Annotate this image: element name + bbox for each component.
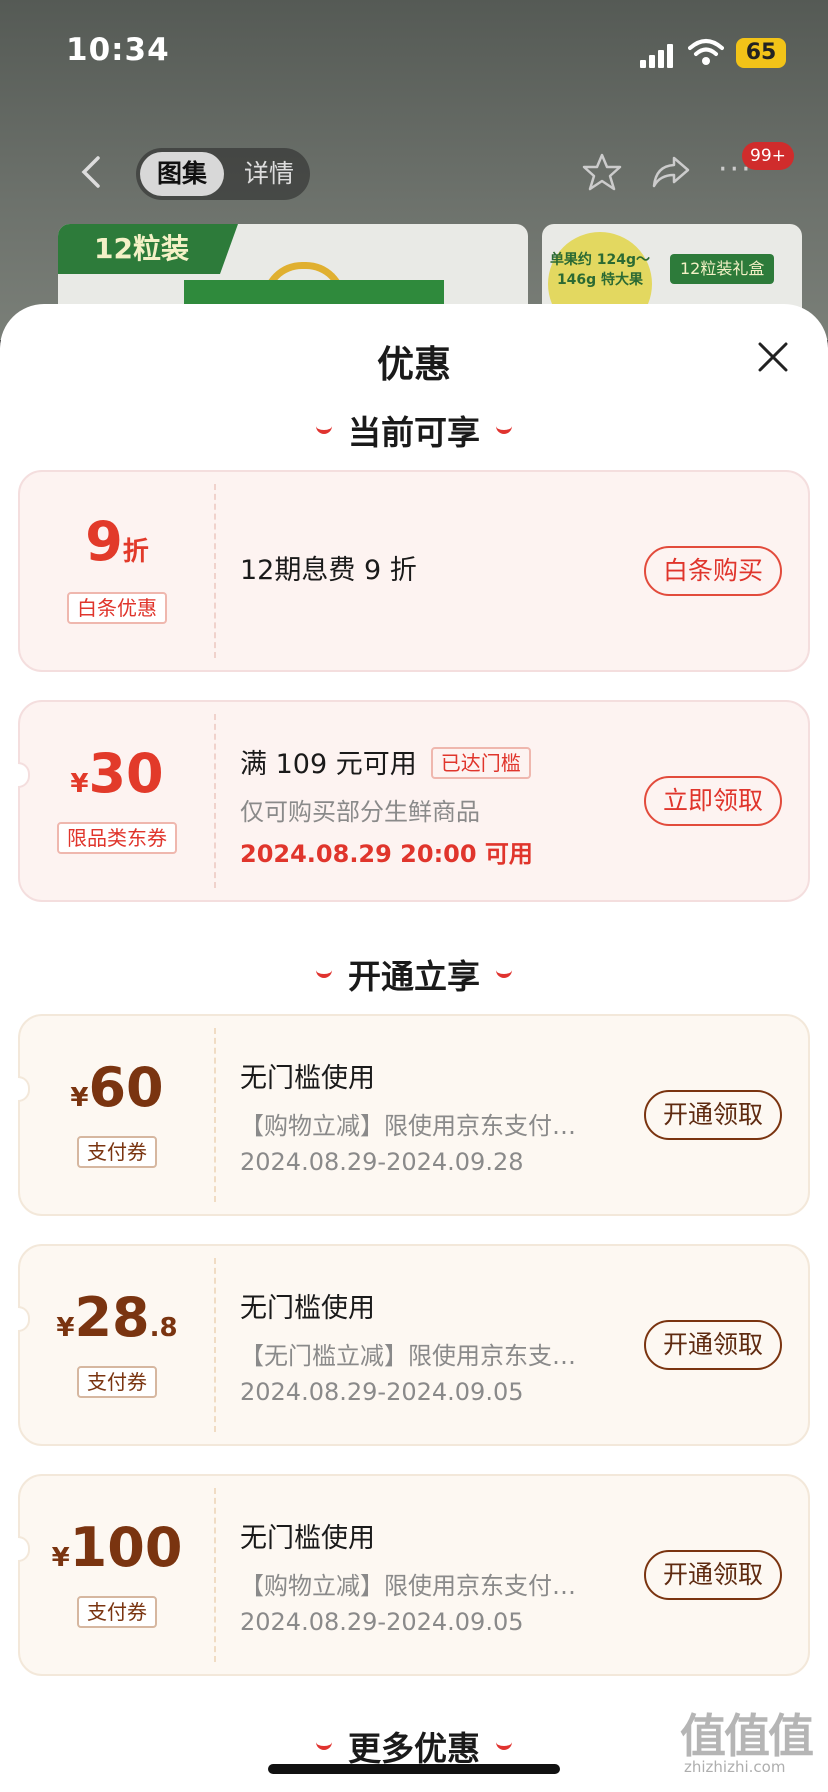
gallery-detail-switch: 图集 详情: [136, 148, 310, 200]
coupon-valid-period: 2024.08.29-2024.09.05: [240, 1378, 524, 1406]
back-arrow-icon[interactable]: [76, 154, 108, 190]
coupon-scope: 仅可购买部分生鲜商品: [240, 798, 480, 826]
baitiao-buy-button[interactable]: 白条购买: [644, 546, 782, 596]
status-time: 10:34: [66, 32, 170, 68]
coupon-condition: 满 109 元可用 已达门槛: [240, 742, 531, 781]
coupon-type-tag: 支付券: [77, 1596, 157, 1628]
activate-claim-button[interactable]: 开通领取: [644, 1550, 782, 1600]
coupon-card-28-8: ¥28.8 支付券 无门槛使用 【无门槛立减】限使用京东支… 2024.08.2…: [18, 1244, 810, 1446]
status-bar: 10:34 65: [0, 0, 828, 104]
section-open-header: 开通立享: [0, 950, 828, 998]
coupon-valid-period: 2024.08.29-2024.09.05: [240, 1608, 524, 1636]
close-icon[interactable]: [756, 340, 790, 374]
tab-gallery[interactable]: 图集: [140, 152, 224, 196]
coupon-card-60: ¥60 支付券 无门槛使用 【购物立减】限使用京东支付… 2024.08.29-…: [18, 1014, 810, 1216]
product-nav-bar: 图集 详情 ··· 99+: [0, 140, 828, 204]
activate-claim-button[interactable]: 开通领取: [644, 1090, 782, 1140]
coupon-type-tag: 支付券: [77, 1136, 157, 1168]
coupon-type-tag: 支付券: [77, 1366, 157, 1398]
wifi-icon: [688, 39, 724, 65]
tab-detail[interactable]: 详情: [232, 152, 306, 196]
product-page-background: 10:34 65 图集 详情 ··· 99+ 12粒装 单果约 124g～146…: [0, 0, 828, 364]
coupon-scope: 【购物立减】限使用京东支付…: [240, 1572, 576, 1600]
coupon-type-tag: 限品类东券: [57, 822, 177, 854]
pack-size-tag: 12粒装: [58, 224, 238, 274]
claim-now-button[interactable]: 立即领取: [644, 776, 782, 826]
coupon-title: 12期息费 9 折: [240, 555, 417, 586]
coupon-valid-time: 2024.08.29 20:00 可用: [240, 840, 533, 868]
coupon-title: 无门槛使用: [240, 1523, 375, 1554]
favorite-star-icon[interactable]: [582, 152, 622, 192]
coupon-title: 无门槛使用: [240, 1293, 375, 1324]
threshold-met-tag: 已达门槛: [430, 747, 531, 779]
section-current-header: 当前可享: [0, 406, 828, 454]
battery-icon: 65: [736, 38, 786, 68]
sheet-title: 优惠: [377, 343, 451, 386]
coupon-scope: 【购物立减】限使用京东支付…: [240, 1112, 576, 1140]
watermark-url: zhizhizhi.com: [684, 1758, 786, 1776]
coupon-title: 无门槛使用: [240, 1063, 375, 1094]
coupon-card-30: ¥30 限品类东券 满 109 元可用 已达门槛 仅可购买部分生鲜商品 2024.…: [18, 700, 810, 902]
cellular-signal-icon: [640, 44, 676, 68]
coupon-amount: ¥30: [70, 742, 164, 805]
coupon-amount: ¥28.8: [56, 1286, 178, 1349]
coupon-scope: 【无门槛立减】限使用京东支…: [240, 1342, 576, 1370]
coupon-amount: ¥100: [51, 1516, 183, 1579]
discount-amount: 9折: [85, 510, 149, 573]
home-indicator[interactable]: [268, 1764, 560, 1774]
activate-claim-button[interactable]: 开通领取: [644, 1320, 782, 1370]
message-badge: 99+: [742, 142, 794, 170]
share-icon[interactable]: [650, 152, 692, 192]
gift-box-tag: 12粒装礼盒: [670, 254, 775, 284]
coupon-valid-period: 2024.08.29-2024.09.28: [240, 1148, 524, 1176]
coupon-card-baitiao: 9折 白条优惠 12期息费 9 折 白条购买: [18, 470, 810, 672]
coupon-type-tag: 白条优惠: [67, 592, 167, 624]
watermark-logo: 值值值: [680, 1709, 814, 1763]
coupon-card-100: ¥100 支付券 无门槛使用 【购物立减】限使用京东支付… 2024.08.29…: [18, 1474, 810, 1676]
coupon-amount: ¥60: [70, 1056, 164, 1119]
promotions-sheet: 优惠 当前可享 9折 白条优惠 12期息费 9 折 白条购买 ¥30 限品类东券…: [0, 304, 828, 1792]
